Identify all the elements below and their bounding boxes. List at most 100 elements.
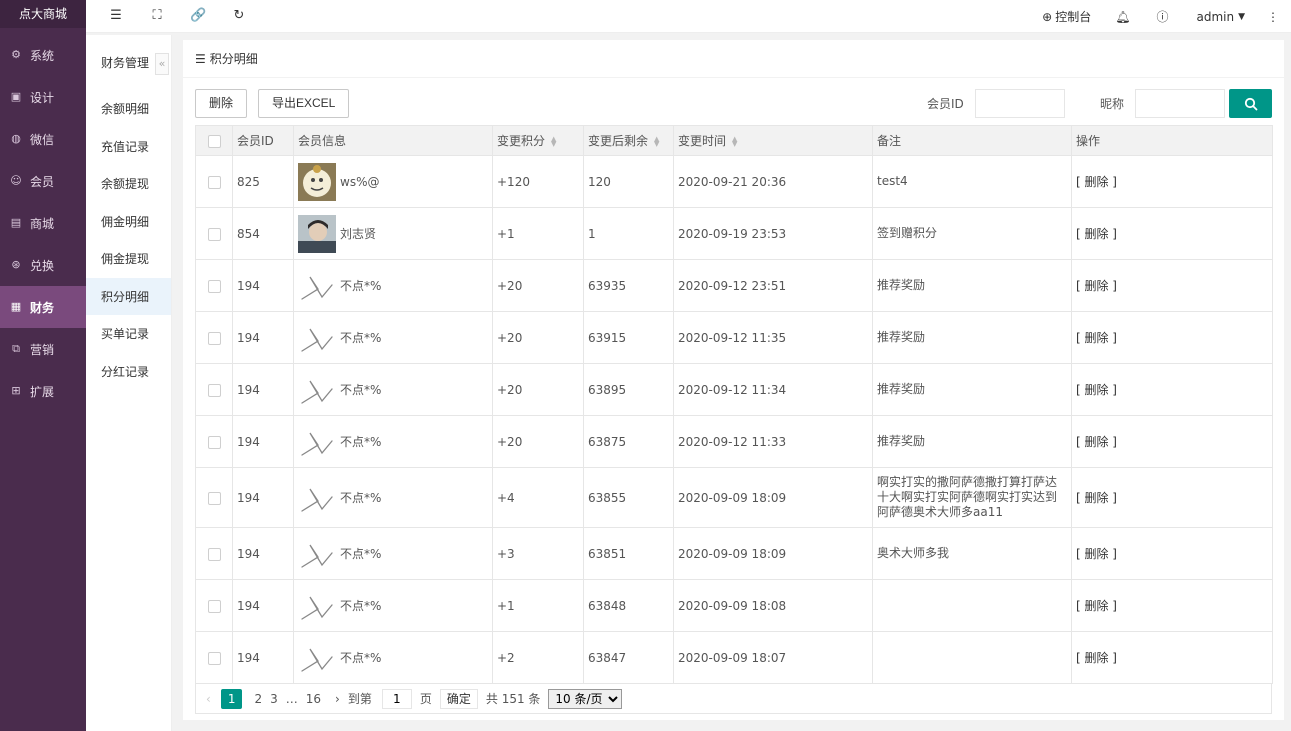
nickname-input[interactable] [1135,89,1225,118]
row-checkbox[interactable] [207,331,221,345]
page-ellipsis: … [285,691,298,706]
row-delete-link[interactable]: [ 删除 ] [1076,383,1117,397]
page-size-select[interactable]: 10 条/页 [548,688,623,709]
main-nav-item[interactable]: ◍ 微信 [0,118,86,160]
main-nav-item[interactable]: ▤ 商城 [0,202,86,244]
sub-nav-item[interactable]: 积分明细 [86,277,171,315]
main-nav-item[interactable]: ⧉ 营销 [0,328,86,370]
main-nav-item[interactable]: ⚙ 系统 [0,34,86,76]
sub-nav-item[interactable]: 佣金明细 [86,203,171,241]
main-nav-item[interactable]: ▦ 财务 [0,286,86,328]
remaining-cell: 63848 [583,579,674,632]
sort-icon[interactable]: ▲ ▼ [551,135,559,147]
main-nav-item[interactable]: ⊞ 扩展 [0,370,86,412]
row-delete-link[interactable]: [ 删除 ] [1076,651,1117,665]
table-row: 194 不点*% +20 63875 2020-09-12 11:33 推荐奖励… [195,415,1273,468]
table-row: 194 不点*% +2 63847 2020-09-09 18:07 [ 删除 … [195,631,1273,684]
member-name: 不点*% [340,651,382,665]
link-icon[interactable]: 🔗 [190,8,206,24]
row-delete-link[interactable]: [ 删除 ] [1076,547,1117,561]
page-number[interactable]: 2 [254,692,262,706]
sub-nav-item[interactable]: 余额提现 [86,165,171,203]
export-excel-button[interactable]: 导出EXCEL [258,89,350,118]
goto-page-input[interactable] [381,688,412,709]
member-info-cell: 不点*% [293,311,493,364]
next-page-button[interactable]: › [335,692,340,706]
main-nav-item[interactable]: ⊛ 兑换 [0,244,86,286]
page-numbers: 1 2 3 … 16 [220,688,329,709]
change-time-cell: 2020-09-09 18:08 [673,579,873,632]
remark-cell: 啊实打实的撒阿萨德撒打算打萨达十大啊实打实阿萨德啊实打实达到阿萨德奥术大师多aa… [872,467,1072,528]
remark-cell: 签到赠积分 [872,207,1072,260]
refresh-icon[interactable]: ↻ [231,8,247,24]
avatar [298,162,336,201]
sub-sidebar-title: 财务管理 « [86,35,171,90]
collapse-sidebar-icon[interactable]: « [155,53,169,75]
row-delete-link[interactable]: [ 删除 ] [1076,331,1117,345]
row-checkbox[interactable] [207,435,221,449]
table-row: 825 ws%@ +120 120 2020-09-21 20:36 test4… [195,155,1273,208]
row-delete-link[interactable]: [ 删除 ] [1076,491,1117,505]
row-checkbox[interactable] [207,227,221,241]
main-nav-item[interactable]: ☺ 会员 [0,160,86,202]
row-delete-link[interactable]: [ 删除 ] [1076,435,1117,449]
main-nav-item[interactable]: ▣ 设计 [0,76,86,118]
col-points-change[interactable]: 变更积分 ▲ ▼ [492,125,584,156]
member-name: 不点*% [340,599,382,613]
search-icon [1244,97,1257,110]
page-number[interactable]: 1 [220,688,243,709]
delete-button[interactable]: 删除 [195,89,248,118]
member-info-cell: 不点*% [293,259,493,312]
member-info-cell: 不点*% [293,579,493,632]
row-delete-link[interactable]: [ 删除 ] [1076,175,1117,189]
sort-icon[interactable]: ▲ ▼ [732,135,740,147]
menu-toggle-icon[interactable]: ☰ [108,8,124,24]
member-id-cell: 194 [232,527,294,580]
caret-down-icon: ▼ [1238,11,1245,22]
sub-nav-item[interactable]: 充值记录 [86,128,171,166]
row-checkbox[interactable] [207,383,221,397]
row-checkbox[interactable] [207,175,221,189]
sub-nav-item[interactable]: 余额明细 [86,90,171,128]
member-id-cell: 194 [232,415,294,468]
member-id-cell: 194 [232,259,294,312]
avatar [298,370,336,409]
col-change-time[interactable]: 变更时间 ▲ ▼ [673,125,873,156]
user-menu[interactable]: admin ▼ [1196,10,1245,24]
sub-nav-item[interactable]: 分红记录 [86,353,171,391]
sort-icon[interactable]: ▲ ▼ [654,135,662,147]
col-remaining[interactable]: 变更后剩余 ▲ ▼ [583,125,674,156]
prev-page-button[interactable]: ‹ [206,692,211,706]
row-delete-link[interactable]: [ 删除 ] [1076,227,1117,241]
remark-cell: 推荐奖励 [872,415,1072,468]
more-icon[interactable]: ⋮ [1267,10,1279,24]
row-checkbox[interactable] [207,279,221,293]
remark-cell: 推荐奖励 [872,259,1072,312]
page-number[interactable]: 3 [270,692,278,706]
brand-logo: 点大商城 [0,0,86,28]
row-checkbox[interactable] [207,547,221,561]
gear-icon: ⚙ [11,48,21,61]
member-info-cell: 不点*% [293,363,493,416]
top-header: ☰ ⛶ 🔗 ↻ ⊕ 控制台 🔔︎ ⓘ admin ▼ ⋮ [86,0,1291,33]
row-delete-link[interactable]: [ 删除 ] [1076,599,1117,613]
row-delete-link[interactable]: [ 删除 ] [1076,279,1117,293]
goto-suffix: 页 [419,692,432,706]
row-checkbox[interactable] [207,491,221,505]
row-checkbox[interactable] [207,599,221,613]
member-id-input[interactable] [975,89,1065,118]
goto-confirm-button[interactable]: 确定 [439,688,478,709]
search-button[interactable] [1229,89,1272,118]
select-all-checkbox[interactable] [207,134,221,148]
help-icon[interactable]: ⓘ [1156,8,1168,25]
sub-nav-item[interactable]: 买单记录 [86,315,171,353]
globe-icon: ⊕ [1042,9,1053,24]
page-number[interactable]: 16 [306,692,321,706]
row-checkbox[interactable] [207,651,221,665]
panel-header: ☰ 积分明细 [183,40,1284,78]
sub-nav-item[interactable]: 佣金提现 [86,240,171,278]
remaining-cell: 63915 [583,311,674,364]
notification-icon[interactable]: 🔔︎ [1115,10,1130,24]
fullscreen-icon[interactable]: ⛶ [149,8,165,24]
console-link[interactable]: ⊕ 控制台 [1042,8,1091,25]
